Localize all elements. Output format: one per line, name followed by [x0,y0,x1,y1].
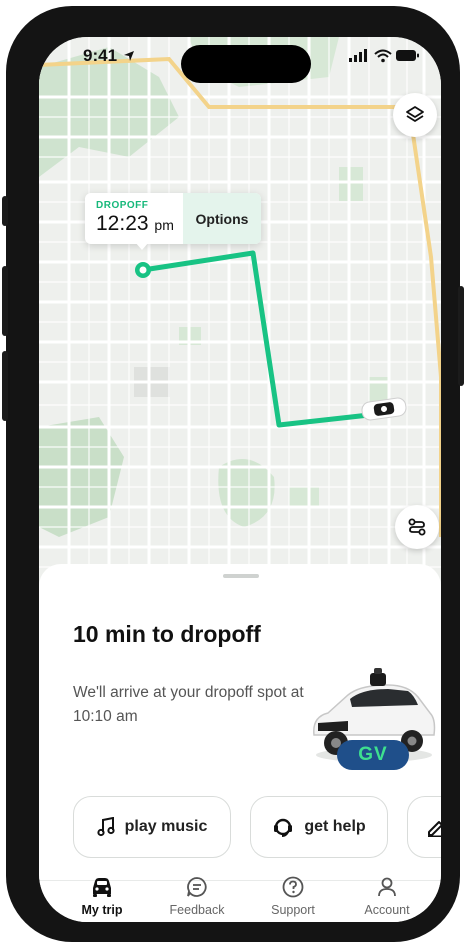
tab-account[interactable]: Account [347,875,427,917]
get-help-button[interactable]: get help [250,796,388,858]
play-music-label: play music [124,818,208,835]
power-button [458,286,464,386]
tab-feedback-label: Feedback [169,903,225,917]
map-view[interactable]: DROPOFF 12:23 pm Options [39,37,441,597]
layers-button[interactable] [393,93,437,137]
trip-eta-title: 10 min to dropoff [73,621,261,647]
callout-tail [135,242,149,250]
quick-actions: play music get help [73,796,441,860]
status-time: 9:41 [83,46,118,65]
route-options-button[interactable] [395,505,439,549]
edit-pencil-icon [428,821,441,837]
tab-my-trip-label: My trip [81,903,123,917]
get-help-label: get help [304,818,366,835]
options-button[interactable]: Options [183,193,261,244]
music-note-icon [97,817,115,837]
eta-time: 12:23 [96,212,149,235]
vehicle-plate-badge: GV [337,740,409,770]
eta-time-line: 12:23 pm [96,212,183,236]
tab-my-trip[interactable]: My trip [62,875,142,917]
car-icon [93,878,111,897]
mute-switch [2,196,8,226]
battery-icon [396,50,419,61]
tab-bar: My trip Feedback Support Account [39,876,441,922]
sheet-handle[interactable] [223,574,259,578]
vehicle-illustration: GV [308,657,438,777]
status-bar: 9:41 [39,37,441,85]
eta-unit: pm [154,217,174,233]
status-icons [349,49,419,68]
trip-sheet: 10 min to dropoff We'll arrive at your d… [39,564,441,922]
wifi-icon [374,49,392,63]
dropoff-eta: DROPOFF 12:23 pm [85,193,183,244]
phone-frame: DROPOFF 12:23 pm Options 9:41 10 min to … [2,6,464,942]
tab-support[interactable]: Support [253,875,333,917]
route-options-icon [408,518,426,536]
map-canvas[interactable] [39,37,441,597]
location-arrow-icon [124,51,134,61]
vehicle-plate-text: GV [358,744,388,765]
layers-icon [406,106,424,122]
help-headset-icon [274,818,293,837]
dropoff-callout[interactable]: DROPOFF 12:23 pm Options [85,193,261,250]
edit-trip-button[interactable] [407,796,441,858]
signal-icon [349,49,367,62]
trip-eta-description: We'll arrive at your dropoff spot at 10:… [73,684,304,725]
account-icon [378,877,396,897]
feedback-icon [187,877,207,897]
tab-feedback[interactable]: Feedback [157,875,237,917]
tab-support-label: Support [271,903,315,917]
dynamic-island [181,45,311,83]
volume-down-button [2,351,8,421]
dropoff-label: DROPOFF [96,200,149,211]
volume-up-button [2,266,8,336]
screen: DROPOFF 12:23 pm Options 9:41 10 min to … [39,37,441,922]
support-icon [282,876,304,898]
play-music-button[interactable]: play music [73,796,231,858]
tab-account-label: Account [364,903,410,917]
